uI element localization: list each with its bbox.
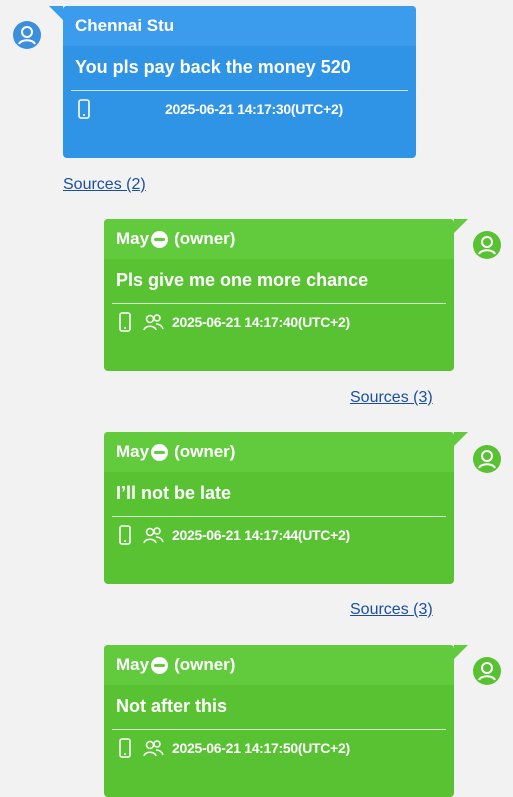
sender-avatar-icon[interactable] [12, 20, 42, 50]
message-footer: 2025-06-21 14:17:40(UTC+2) [104, 304, 454, 332]
bubble-tail [454, 432, 468, 446]
message-bubble: May (owner) Not after this 2025-06-21 14… [104, 645, 468, 797]
sources-link[interactable]: Sources (3) [350, 389, 433, 407]
sender-name: Chennai Stu [63, 6, 416, 46]
sender-label: Chennai Stu [75, 16, 175, 35]
message-footer: 2025-06-21 14:17:30(UTC+2) [63, 91, 416, 119]
message-bubble: May (owner) Pls give me one more chance … [104, 219, 468, 371]
phone-icon[interactable] [116, 312, 134, 332]
timestamp: 2025-06-21 14:17:40(UTC+2) [172, 314, 350, 330]
message-text: Pls give me one more chance [116, 270, 369, 290]
message-bubble: May (owner) I’ll not be late 2025-06-21 … [104, 432, 468, 584]
contacts-icon[interactable] [142, 525, 164, 545]
phone-icon[interactable] [75, 99, 93, 119]
message-text: Not after this [116, 696, 228, 716]
message-footer: 2025-06-21 14:17:50(UTC+2) [104, 730, 454, 758]
contacts-icon[interactable] [142, 312, 164, 332]
sender-name: May (owner) [104, 219, 454, 259]
owner-avatar-icon[interactable] [472, 230, 502, 260]
message-bubble: Chennai Stu You pls pay back the money 5… [49, 6, 416, 158]
sender-name: May (owner) [104, 432, 454, 472]
role-label: (owner) [174, 655, 236, 674]
bubble-tail [49, 6, 63, 20]
sender-label: May [116, 229, 150, 248]
owner-avatar-icon[interactable] [472, 656, 502, 686]
timestamp: 2025-06-21 14:17:44(UTC+2) [172, 527, 350, 543]
bubble-tail [454, 219, 468, 233]
message-text: I’ll not be late [116, 483, 232, 503]
phone-icon[interactable] [116, 525, 134, 545]
emoji-icon [151, 230, 169, 248]
timestamp: 2025-06-21 14:17:30(UTC+2) [165, 101, 343, 117]
sources-link[interactable]: Sources (3) [350, 601, 433, 619]
timestamp: 2025-06-21 14:17:50(UTC+2) [172, 740, 350, 756]
owner-avatar-icon[interactable] [472, 444, 502, 474]
contacts-icon[interactable] [142, 738, 164, 758]
emoji-icon [151, 443, 169, 461]
message-footer: 2025-06-21 14:17:44(UTC+2) [104, 517, 454, 545]
bubble-tail [454, 645, 468, 659]
role-label: (owner) [174, 442, 236, 461]
sender-label: May [116, 655, 150, 674]
sources-link[interactable]: Sources (2) [63, 176, 146, 194]
sender-label: May [116, 442, 150, 461]
message-text: You pls pay back the money 520 [75, 57, 351, 77]
role-label: (owner) [174, 229, 236, 248]
emoji-icon [151, 656, 169, 674]
sender-name: May (owner) [104, 645, 454, 685]
phone-icon[interactable] [116, 738, 134, 758]
